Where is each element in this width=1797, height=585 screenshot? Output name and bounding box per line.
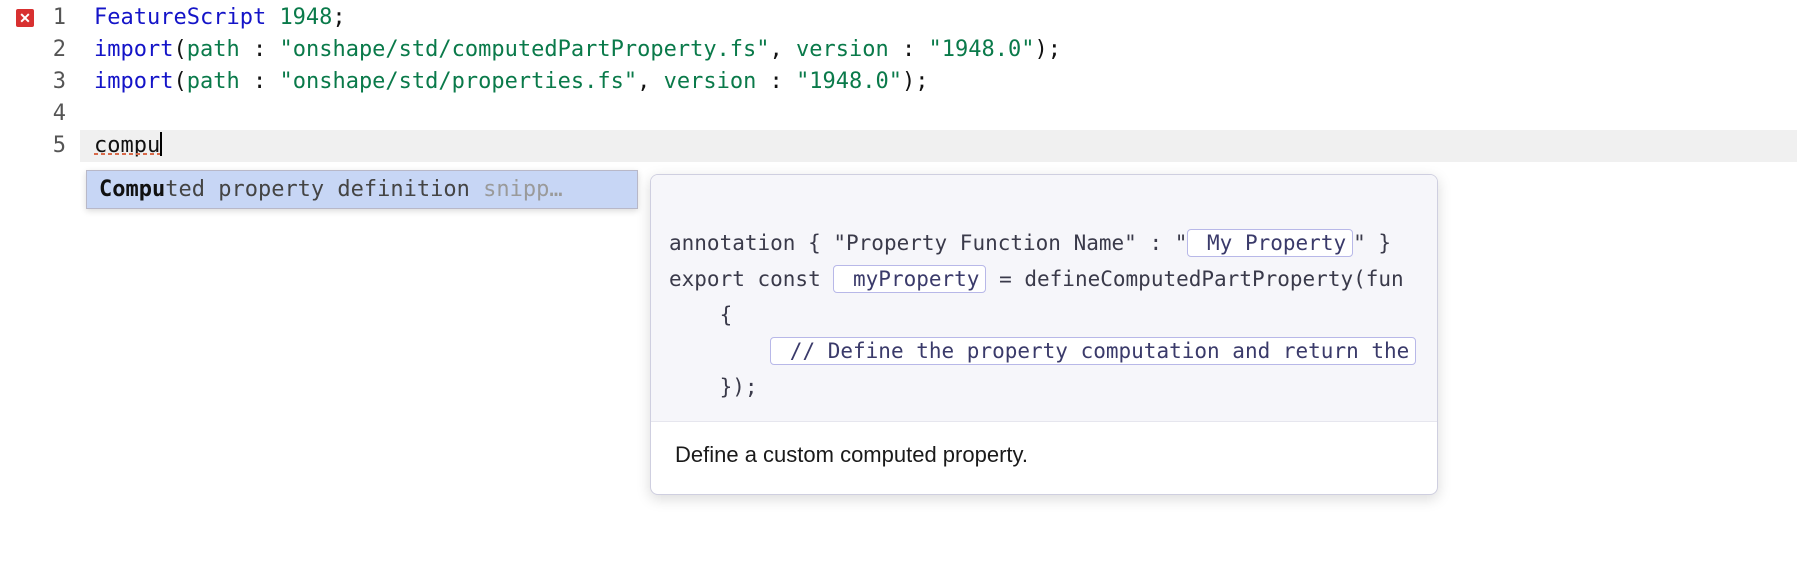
punctuation: :: [240, 69, 280, 94]
punctuation: );: [1034, 37, 1061, 62]
snippet-preview: annotation { "Property Function Name" : …: [651, 175, 1437, 422]
snippet-placeholder: // Define the property computation and r…: [770, 337, 1416, 365]
line-number: 5: [53, 133, 66, 158]
punctuation: );: [902, 69, 929, 94]
gutter-line: 3: [0, 66, 80, 98]
snippet-placeholder: myProperty: [833, 265, 986, 293]
keyword: import: [94, 37, 173, 62]
autocomplete-popup: Computed property definition snipp…: [86, 170, 638, 209]
line-number: 1: [53, 5, 66, 30]
gutter-line: 2: [0, 34, 80, 66]
snippet-text: annotation {: [669, 231, 833, 255]
snippet-text: export const: [669, 267, 833, 291]
gutter-line: 5: [0, 130, 80, 162]
punctuation: (: [173, 69, 186, 94]
error-icon[interactable]: ✕: [16, 9, 34, 27]
punctuation: :: [240, 37, 280, 62]
punctuation: (: [173, 37, 186, 62]
code-line-active[interactable]: compu: [80, 130, 1797, 162]
punctuation: ,: [770, 37, 797, 62]
line-number: 2: [53, 37, 66, 62]
string-literal: "1948.0": [796, 69, 902, 94]
string-literal: "onshape/std/computedPartProperty.fs": [279, 37, 769, 62]
param-name: path: [187, 69, 240, 94]
snippet-text: [669, 339, 770, 363]
string-literal: "onshape/std/properties.fs": [279, 69, 637, 94]
typed-text: compu: [94, 133, 160, 158]
autocomplete-item[interactable]: Computed property definition snipp…: [87, 171, 637, 208]
code-line[interactable]: import(path : "onshape/std/computedPartP…: [80, 34, 1797, 66]
snippet-placeholder: My Property: [1187, 229, 1353, 257]
punctuation: ,: [637, 69, 664, 94]
punctuation: :: [756, 69, 796, 94]
snippet-text: = defineComputedPartProperty(fun: [986, 267, 1403, 291]
number-literal: 1948: [279, 5, 332, 30]
param-name: path: [187, 37, 240, 62]
snippet-text: {: [669, 303, 732, 327]
param-name: version: [796, 37, 889, 62]
punctuation: :: [889, 37, 929, 62]
line-number: 3: [53, 69, 66, 94]
snippet-text: : ": [1137, 231, 1188, 255]
keyword: FeatureScript: [94, 5, 266, 30]
string-literal: "1948.0": [929, 37, 1035, 62]
keyword: import: [94, 69, 173, 94]
param-name: version: [664, 69, 757, 94]
code-line[interactable]: [80, 98, 1797, 130]
snippet-description: Define a custom computed property.: [651, 422, 1437, 494]
autocomplete-match: Compu: [99, 177, 165, 202]
code-line[interactable]: FeatureScript 1948;: [80, 2, 1797, 34]
autocomplete-rest: ted property definition: [165, 177, 470, 202]
snippet-text: "Property Function Name": [833, 231, 1136, 255]
gutter-line: ✕ 1: [0, 2, 80, 34]
line-number-gutter: ✕ 1 2 3 4 5: [0, 0, 80, 585]
line-number: 4: [53, 101, 66, 126]
punctuation: ;: [332, 5, 345, 30]
gutter-line: 4: [0, 98, 80, 130]
code-line[interactable]: import(path : "onshape/std/properties.fs…: [80, 66, 1797, 98]
autocomplete-hint: snipp…: [470, 177, 563, 202]
snippet-text: " }: [1353, 231, 1391, 255]
documentation-popup: annotation { "Property Function Name" : …: [650, 174, 1438, 495]
text-caret: [160, 132, 162, 156]
snippet-text: });: [669, 375, 758, 399]
